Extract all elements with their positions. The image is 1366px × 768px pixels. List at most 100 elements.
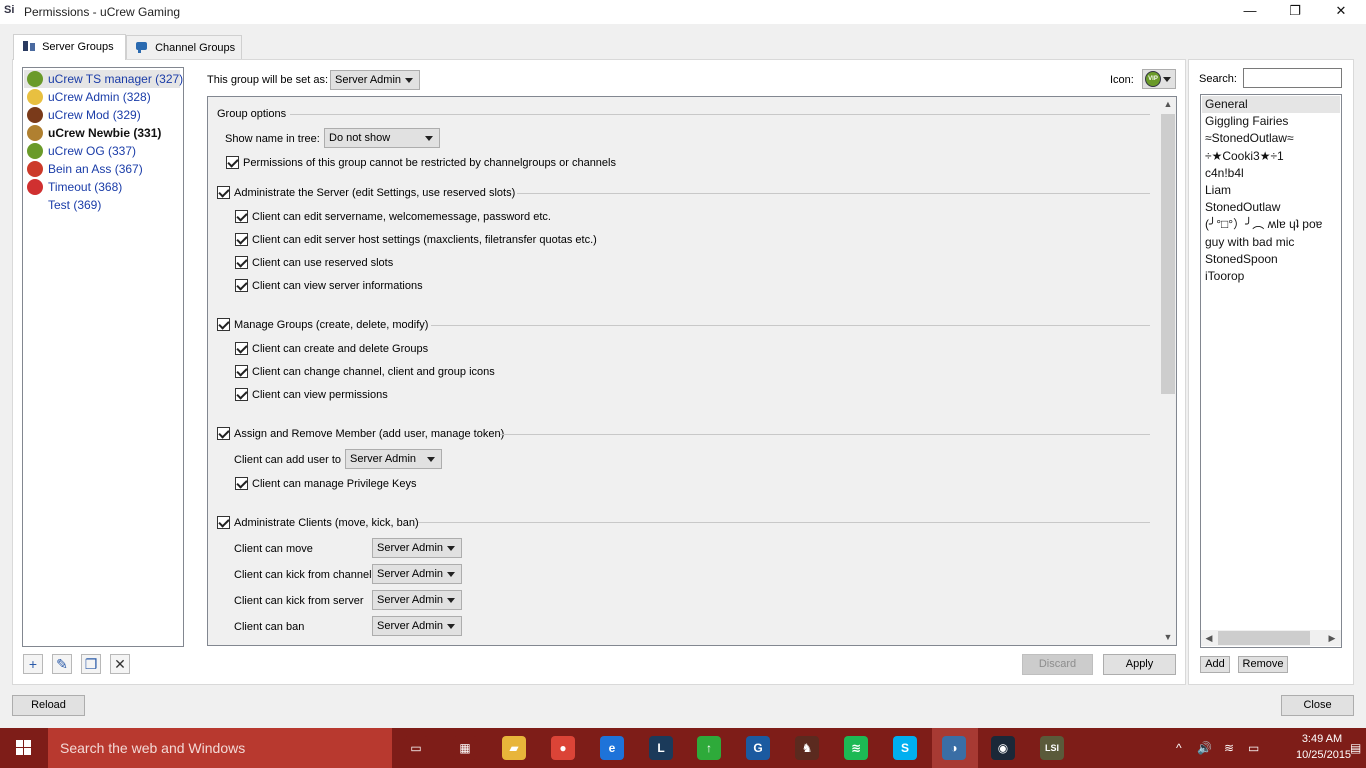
battery-icon[interactable]: ▭ bbox=[1248, 741, 1259, 755]
taskbar-search-box[interactable]: Search the web and Windows bbox=[48, 728, 392, 768]
channel-item[interactable]: General bbox=[1202, 96, 1340, 113]
group-item[interactable]: Timeout (368) bbox=[24, 178, 180, 196]
icon-picker[interactable]: VIP bbox=[1142, 69, 1176, 89]
checkbox[interactable] bbox=[217, 186, 230, 199]
checkbox[interactable] bbox=[235, 365, 248, 378]
checkbox[interactable] bbox=[235, 233, 248, 246]
skype-icon[interactable]: S bbox=[893, 736, 917, 760]
create-delete-groups-checkbox[interactable]: Client can create and delete Groups bbox=[235, 342, 428, 356]
store-icon[interactable]: ▦ bbox=[453, 736, 477, 760]
start-button[interactable] bbox=[0, 728, 48, 768]
channel-scroll-thumb[interactable] bbox=[1218, 631, 1310, 645]
teamspeak-icon[interactable]: ◑ bbox=[942, 736, 966, 760]
checkbox[interactable] bbox=[235, 477, 248, 490]
checkbox[interactable] bbox=[235, 256, 248, 269]
volume-icon[interactable]: 🔊 bbox=[1197, 741, 1212, 755]
administrate-clients-checkbox[interactable]: Administrate Clients (move, kick, ban) bbox=[217, 516, 419, 530]
delete-group-button[interactable]: ✕ bbox=[110, 654, 130, 674]
checkbox[interactable] bbox=[235, 279, 248, 292]
channel-item[interactable]: c4n!b4l bbox=[1202, 165, 1340, 182]
reserved-slots-checkbox[interactable]: Client can use reserved slots bbox=[235, 256, 393, 270]
group-item[interactable]: uCrew Newbie (331) bbox=[24, 124, 180, 142]
app-g-icon[interactable]: G bbox=[746, 736, 770, 760]
edge-icon[interactable]: e bbox=[600, 736, 624, 760]
channel-item[interactable]: ÷★Cooki3★÷1 bbox=[1202, 148, 1340, 165]
restore-button[interactable]: ❐ bbox=[1272, 0, 1318, 24]
channel-item[interactable]: Giggling Fairies bbox=[1202, 113, 1340, 130]
section-divider bbox=[517, 193, 1150, 194]
file-explorer-icon[interactable]: ▰ bbox=[502, 736, 526, 760]
channel-item[interactable]: ≈StonedOutlaw≈ bbox=[1202, 130, 1340, 147]
administrate-server-checkbox[interactable]: Administrate the Server (edit Settings, … bbox=[217, 186, 515, 200]
set-as-dropdown[interactable]: Server Admin bbox=[330, 70, 420, 90]
channel-item[interactable]: (╯°□°）╯︵ ʍlɐ ɥʇ poɐ bbox=[1202, 216, 1340, 233]
group-item[interactable]: Test (369) bbox=[24, 196, 180, 214]
add-group-button[interactable]: + bbox=[23, 654, 43, 674]
channel-item[interactable]: guy with bad mic bbox=[1202, 234, 1340, 251]
update-icon[interactable]: ↑ bbox=[697, 736, 721, 760]
view-server-info-checkbox[interactable]: Client can view server informations bbox=[235, 279, 423, 293]
game-icon[interactable]: ♞ bbox=[795, 736, 819, 760]
scroll-right-icon[interactable]: ▶ bbox=[1324, 633, 1340, 644]
remove-channel-button[interactable]: Remove bbox=[1238, 656, 1288, 673]
add-channel-button[interactable]: Add bbox=[1200, 656, 1230, 673]
apply-button[interactable]: Apply bbox=[1103, 654, 1176, 675]
options-scroll-thumb[interactable] bbox=[1161, 114, 1175, 394]
discard-button[interactable]: Discard bbox=[1022, 654, 1093, 675]
reload-button[interactable]: Reload bbox=[12, 695, 85, 716]
assign-member-checkbox[interactable]: Assign and Remove Member (add user, mana… bbox=[217, 427, 504, 441]
checkbox[interactable] bbox=[217, 427, 230, 440]
vip-icon bbox=[27, 71, 43, 87]
checkbox[interactable] bbox=[235, 342, 248, 355]
lsi-icon[interactable]: LSI bbox=[1040, 736, 1064, 760]
checkbox[interactable] bbox=[226, 156, 239, 169]
edit-host-settings-checkbox[interactable]: Client can edit server host settings (ma… bbox=[235, 233, 597, 247]
tray-chevron-icon[interactable]: ^ bbox=[1176, 741, 1182, 755]
wifi-icon[interactable]: ≋ bbox=[1224, 741, 1234, 755]
view-permissions-checkbox[interactable]: Client can view permissions bbox=[235, 388, 388, 402]
channel-item[interactable]: iToorop bbox=[1202, 268, 1340, 285]
client-ban-dropdown[interactable]: Server Admin bbox=[372, 616, 462, 636]
minimize-button[interactable]: — bbox=[1227, 0, 1273, 24]
group-item[interactable]: uCrew TS manager (327) bbox=[24, 70, 183, 88]
channel-item[interactable]: StonedSpoon bbox=[1202, 251, 1340, 268]
copy-group-button[interactable]: ❐ bbox=[81, 654, 101, 674]
scroll-left-icon[interactable]: ◀ bbox=[1201, 633, 1217, 644]
spotify-icon[interactable]: ≋ bbox=[844, 736, 868, 760]
client-move-dropdown[interactable]: Server Admin bbox=[372, 538, 462, 558]
task-view-icon[interactable]: ▭ bbox=[404, 736, 428, 760]
checkbox[interactable] bbox=[235, 388, 248, 401]
checkbox[interactable] bbox=[217, 318, 230, 331]
manage-groups-checkbox[interactable]: Manage Groups (create, delete, modify) bbox=[217, 318, 428, 332]
channel-item[interactable]: StonedOutlaw bbox=[1202, 199, 1340, 216]
change-icons-checkbox[interactable]: Client can change channel, client and gr… bbox=[235, 365, 495, 379]
close-button[interactable]: Close bbox=[1281, 695, 1354, 716]
chrome-icon[interactable]: ● bbox=[551, 736, 575, 760]
clock[interactable]: 3:49 AM 10/25/2015 bbox=[1296, 731, 1351, 763]
notifications-icon[interactable]: ▤ bbox=[1350, 741, 1361, 755]
group-item[interactable]: Bein an Ass (367) bbox=[24, 160, 180, 178]
tab-channel-groups[interactable]: Channel Groups bbox=[126, 35, 242, 59]
channel-item[interactable]: Liam bbox=[1202, 182, 1340, 199]
checkbox[interactable] bbox=[217, 516, 230, 529]
scroll-down-icon[interactable]: ▼ bbox=[1160, 632, 1176, 642]
kick-channel-dropdown[interactable]: Server Admin bbox=[372, 564, 462, 584]
search-input[interactable] bbox=[1243, 68, 1342, 88]
edit-group-button[interactable]: ✎ bbox=[52, 654, 72, 674]
kick-server-dropdown[interactable]: Server Admin bbox=[372, 590, 462, 610]
privilege-keys-checkbox[interactable]: Client can manage Privilege Keys bbox=[235, 477, 416, 491]
tab-server-groups[interactable]: Server Groups bbox=[13, 34, 126, 60]
league-icon[interactable]: L bbox=[649, 736, 673, 760]
close-window-button[interactable]: ✕ bbox=[1318, 0, 1364, 24]
no-restrict-checkbox[interactable]: Permissions of this group cannot be rest… bbox=[226, 156, 616, 170]
group-item[interactable]: uCrew Admin (328) bbox=[24, 88, 180, 106]
checkbox[interactable] bbox=[235, 210, 248, 223]
checkbox-label: Administrate the Server (edit Settings, … bbox=[234, 187, 516, 199]
show-name-dropdown[interactable]: Do not show bbox=[324, 128, 440, 148]
add-user-dropdown[interactable]: Server Admin bbox=[345, 449, 442, 469]
group-item[interactable]: uCrew Mod (329) bbox=[24, 106, 180, 124]
scroll-up-icon[interactable]: ▲ bbox=[1160, 99, 1176, 109]
group-item[interactable]: uCrew OG (337) bbox=[24, 142, 180, 160]
edit-servername-checkbox[interactable]: Client can edit servername, welcomemessa… bbox=[235, 210, 551, 224]
steam-icon[interactable]: ◉ bbox=[991, 736, 1015, 760]
